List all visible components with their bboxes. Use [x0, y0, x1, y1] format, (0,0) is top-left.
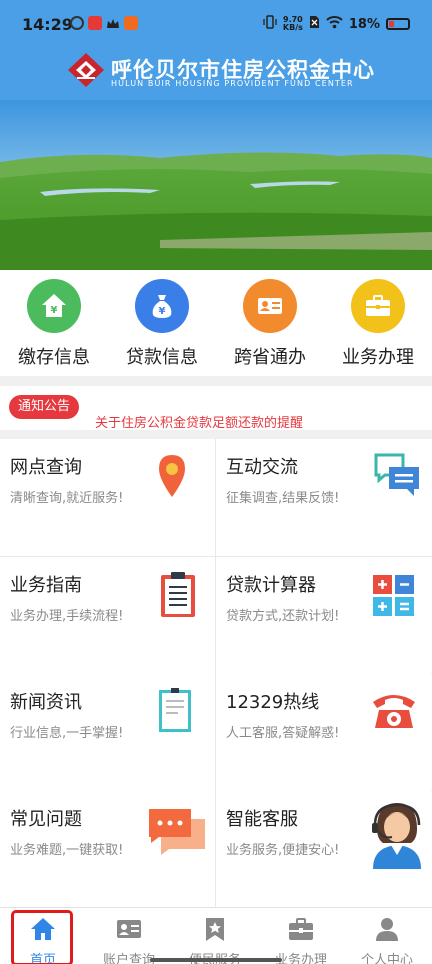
service-title: 新闻资讯 — [10, 692, 82, 713]
service-subtitle: 业务难题,一键获取! — [10, 843, 124, 858]
service-loan-calculator[interactable]: 贷款计算器 贷款方式,还款计划! — [216, 557, 431, 674]
service-subtitle: 业务服务,便捷安心! — [226, 843, 340, 858]
quick-item-business[interactable]: 业务办理 — [328, 279, 428, 374]
calculator-icon — [373, 575, 414, 616]
service-title: 12329热线 — [226, 692, 320, 713]
briefcase-icon — [289, 918, 313, 940]
notice-badge: 通知公告 — [9, 395, 80, 419]
service-subtitle: 业务办理,手续流程! — [10, 609, 124, 624]
service-title: 业务指南 — [10, 575, 82, 596]
service-faq[interactable]: 常见问题 业务难题,一键获取! — [0, 791, 215, 908]
location-pin-icon — [159, 455, 185, 497]
message-icon — [149, 809, 205, 855]
money-bag-icon: ¥ — [135, 279, 189, 333]
document-icon — [159, 688, 191, 732]
service-title: 互动交流 — [226, 457, 298, 478]
service-subtitle: 人工客服,答疑解惑! — [226, 726, 340, 741]
notification-icon — [70, 16, 84, 30]
tab-label: 个人中心 — [360, 953, 413, 964]
no-sim-icon — [309, 15, 320, 33]
status-bar: 14:29 9.70 KB/s 18% — [0, 0, 432, 46]
tab-business[interactable]: 业务办理 — [258, 908, 344, 964]
quick-item-deposit-info[interactable]: ¥ 缴存信息 — [4, 279, 104, 374]
account-card-icon — [117, 920, 141, 938]
service-news[interactable]: 新闻资讯 行业信息,一手掌握! — [0, 674, 215, 791]
quick-item-label: 跨省通办 — [234, 347, 306, 368]
quick-item-label: 贷款信息 — [126, 347, 198, 368]
vibrate-icon — [263, 15, 277, 33]
service-subtitle: 贷款方式,还款计划! — [226, 609, 340, 624]
quick-item-label: 缴存信息 — [18, 347, 90, 368]
header: 14:29 9.70 KB/s 18% 呼伦贝尔市住房公积金中心 HULUN B… — [0, 0, 432, 100]
telephone-icon — [373, 695, 415, 728]
home-indicator[interactable] — [150, 958, 282, 962]
brand: 呼伦贝尔市住房公积金中心 HULUN BUIR HOUSING PROVIDEN… — [66, 52, 386, 92]
quick-item-cross-province[interactable]: 跨省通办 — [220, 279, 320, 374]
wifi-icon — [326, 15, 343, 33]
customer-service-icon — [372, 803, 421, 869]
app-subtitle: HULUN BUIR HOUSING PROVIDENT FUND CENTER — [111, 79, 354, 88]
service-title: 网点查询 — [10, 457, 82, 478]
service-subtitle: 行业信息,一手掌握! — [10, 726, 124, 741]
status-right: 9.70 KB/s 18% — [263, 15, 410, 33]
app-screen: 14:29 9.70 KB/s 18% 呼伦贝尔市住房公积金中心 HULUN B… — [0, 0, 432, 964]
service-hotline[interactable]: 12329热线 人工客服,答疑解惑! — [216, 674, 431, 791]
service-title: 智能客服 — [226, 809, 298, 830]
notice-bar[interactable]: 通知公告 关于住房公积金贷款足额还款的提醒 — [0, 386, 432, 431]
person-icon — [376, 918, 398, 941]
star-bookmark-icon — [206, 918, 224, 941]
briefcase-icon — [351, 279, 405, 333]
crown-icon — [106, 16, 120, 30]
clipboard-icon — [161, 572, 195, 617]
services-grid: 网点查询 清晰查询,就近服务! 互动交流 征集调查,结果反馈! 业务指南 业务办… — [0, 439, 432, 908]
service-outlet-query[interactable]: 网点查询 清晰查询,就近服务! — [0, 439, 215, 556]
logo-icon — [68, 53, 104, 87]
app-notification-icon — [124, 16, 138, 30]
service-title: 贷款计算器 — [226, 575, 316, 596]
house-yuan-icon: ¥ — [27, 279, 81, 333]
service-interaction[interactable]: 互动交流 征集调查,结果反馈! — [216, 439, 431, 556]
net-speed: 9.70 KB/s — [283, 16, 303, 32]
quick-item-label: 业务办理 — [342, 347, 414, 368]
chat-bubbles-icon — [374, 453, 419, 496]
service-subtitle: 征集调查,结果反馈! — [226, 491, 340, 506]
app-notification-icon — [88, 16, 102, 30]
banner-image[interactable] — [0, 100, 432, 270]
battery-icon — [386, 18, 410, 30]
service-subtitle: 清晰查询,就近服务! — [10, 491, 124, 506]
quick-menu: ¥ 缴存信息 ¥ 贷款信息 跨省通办 业务办理 — [0, 270, 432, 376]
svg-text:¥: ¥ — [51, 305, 58, 316]
net-speed-unit: KB/s — [282, 23, 303, 32]
tab-personal-center[interactable]: 个人中心 — [344, 908, 430, 964]
battery-percent: 18% — [348, 16, 380, 32]
svg-text:¥: ¥ — [159, 306, 166, 317]
tab-account-query[interactable]: 账户查询 — [86, 908, 172, 964]
tab-selection-highlight — [11, 910, 73, 964]
tab-convenience[interactable]: 便民服务 — [172, 908, 258, 964]
service-guide[interactable]: 业务指南 业务办理,手续流程! — [0, 557, 215, 674]
service-smart-assistant[interactable]: 智能客服 业务服务,便捷安心! — [216, 791, 431, 908]
id-card-icon — [243, 279, 297, 333]
quick-item-loan-info[interactable]: ¥ 贷款信息 — [112, 279, 212, 374]
notice-text[interactable]: 关于住房公积金贷款足额还款的提醒 — [95, 412, 303, 431]
status-time: 14:29 — [22, 15, 73, 34]
service-title: 常见问题 — [10, 809, 82, 830]
